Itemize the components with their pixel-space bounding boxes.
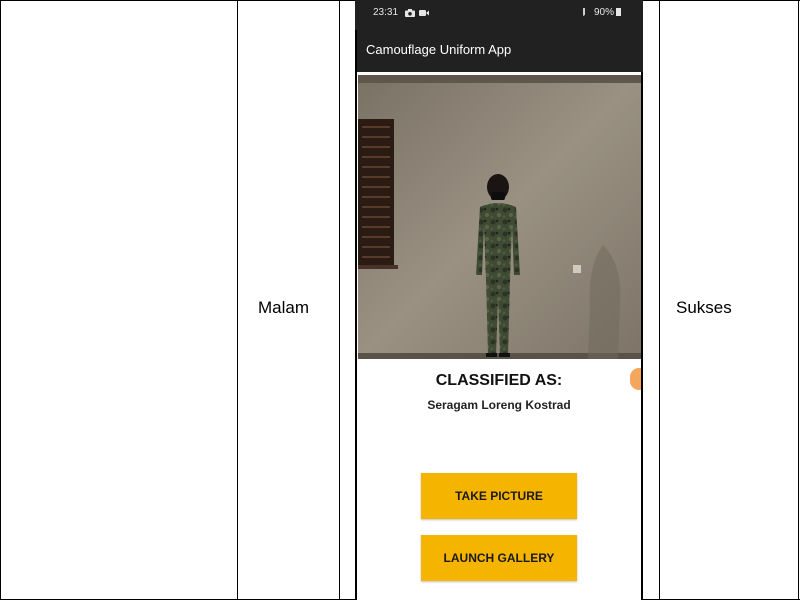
app-bar: Camouflage Uniform App <box>355 30 643 72</box>
time-of-day-cell: Malam <box>258 298 310 317</box>
phone-screenshot: 23:31 90% Camouflage Uniform App CLASSIF… <box>355 0 643 600</box>
document-page: Malam Sukses 23:31 90% Camouflage Unifor… <box>0 0 800 600</box>
captured-photo <box>358 75 642 359</box>
battery-icon <box>616 8 621 16</box>
battery-level: 90% <box>593 7 614 18</box>
launch-gallery-button[interactable]: LAUNCH GALLERY <box>421 535 577 581</box>
signal-icon <box>582 8 592 17</box>
table-divider <box>659 0 660 600</box>
take-picture-button[interactable]: TAKE PICTURE <box>421 473 577 519</box>
window-shutter <box>358 119 398 269</box>
photo-scene <box>358 75 642 359</box>
table-border-left <box>0 0 1 600</box>
status-bar: 23:31 90% <box>355 0 643 30</box>
app-title: Camouflage Uniform App <box>366 42 512 57</box>
classification-result: Seragam Loreng Kostrad <box>427 398 571 412</box>
status-time: 23:31 <box>373 7 399 18</box>
video-icon <box>418 9 429 16</box>
phone-border-left <box>355 30 357 600</box>
battery-status: 90% <box>582 7 621 18</box>
status-icons <box>405 7 429 17</box>
status-cell: Sukses <box>676 298 732 317</box>
classification-heading: CLASSIFIED AS: <box>435 372 563 389</box>
phone-border-right <box>641 72 643 600</box>
table-border-right <box>798 0 799 600</box>
table-divider <box>339 0 340 600</box>
table-divider <box>237 0 238 600</box>
camera-icon <box>405 8 415 17</box>
